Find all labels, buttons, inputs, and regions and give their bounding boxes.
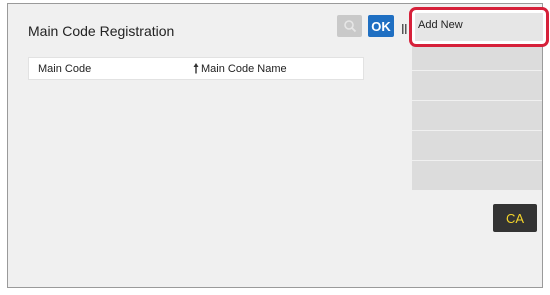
action-menu-panel: Add New: [405, 5, 549, 191]
page-title: Main Code Registration: [28, 23, 175, 39]
sort-arrow-icon[interactable]: [192, 62, 200, 75]
add-new-label: Add New: [415, 13, 543, 41]
clear-all-button[interactable]: CA: [493, 204, 537, 232]
ok-button[interactable]: OK: [368, 15, 394, 37]
search-button[interactable]: [337, 15, 362, 37]
menu-item-empty: [412, 161, 542, 191]
add-new-button[interactable]: Add New: [409, 7, 549, 47]
table-header: Main Code Main Code Name: [28, 57, 364, 80]
menu-item-empty: [412, 131, 542, 161]
menu-item-empty: [412, 101, 542, 131]
search-icon: [343, 20, 356, 33]
column-header-main-code[interactable]: Main Code: [38, 63, 91, 75]
column-header-main-code-name[interactable]: Main Code Name: [201, 63, 287, 75]
menu-item-empty: [412, 71, 542, 101]
